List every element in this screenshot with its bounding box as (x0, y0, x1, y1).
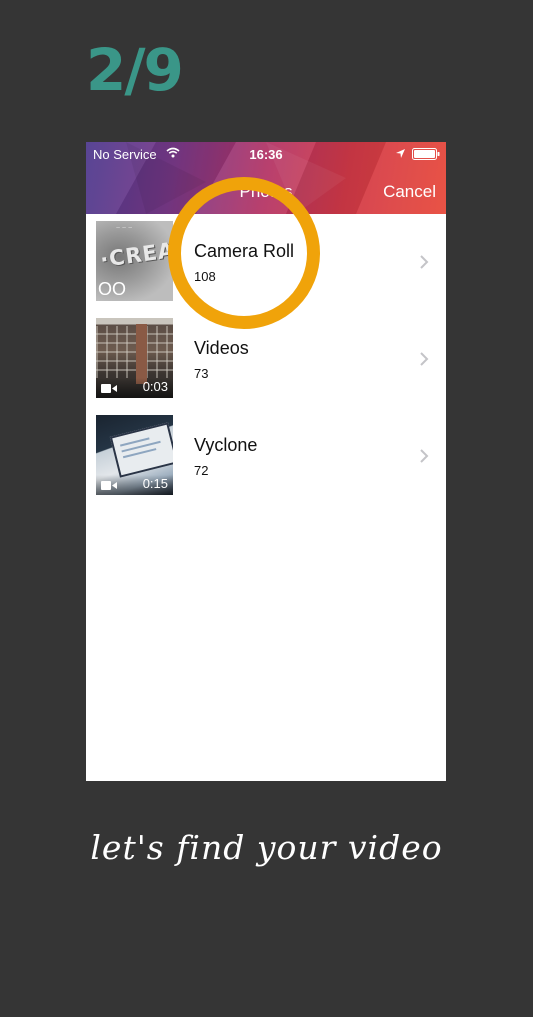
location-icon (396, 149, 405, 158)
album-name: Videos (194, 338, 249, 358)
tutorial-highlight-circle (168, 177, 320, 329)
videos-thumbnail: 0:03 (96, 318, 173, 398)
camera-roll-thumbnail: ~ ~ ~ ·CREA OO (96, 221, 173, 301)
album-count: 73 (194, 366, 209, 381)
album-count: 72 (194, 463, 209, 478)
step-counter: 2/9 (86, 36, 184, 104)
tutorial-caption: let's find your video (90, 828, 443, 867)
album-row-vyclone[interactable]: 0:15 Vyclone 72 (86, 408, 446, 505)
thumbnail-decoration (109, 422, 173, 478)
status-bar: No Service 16:36 (86, 142, 446, 166)
cancel-button[interactable]: Cancel (383, 182, 436, 202)
video-info-overlay: 0:15 (96, 475, 173, 495)
video-duration: 0:03 (142, 379, 168, 394)
status-time: 16:36 (249, 147, 283, 162)
video-duration: 0:15 (142, 476, 168, 491)
thumbnail-decoration: ~ ~ ~ (116, 225, 133, 232)
album-name: Vyclone (194, 435, 258, 455)
video-info-overlay: 0:03 (96, 378, 173, 398)
chevron-right-icon (420, 449, 429, 463)
video-camera-icon (101, 481, 117, 490)
vyclone-thumbnail: 0:15 (96, 415, 173, 495)
video-camera-icon (101, 384, 117, 393)
chevron-right-icon (420, 255, 429, 269)
thumbnail-decoration: OO (98, 279, 127, 299)
chevron-right-icon (420, 352, 429, 366)
battery-icon (412, 148, 440, 160)
thumbnail-decoration: ·CREA (98, 237, 173, 273)
thumbnail-decoration (136, 324, 147, 384)
thumbnail-decoration (96, 326, 173, 378)
